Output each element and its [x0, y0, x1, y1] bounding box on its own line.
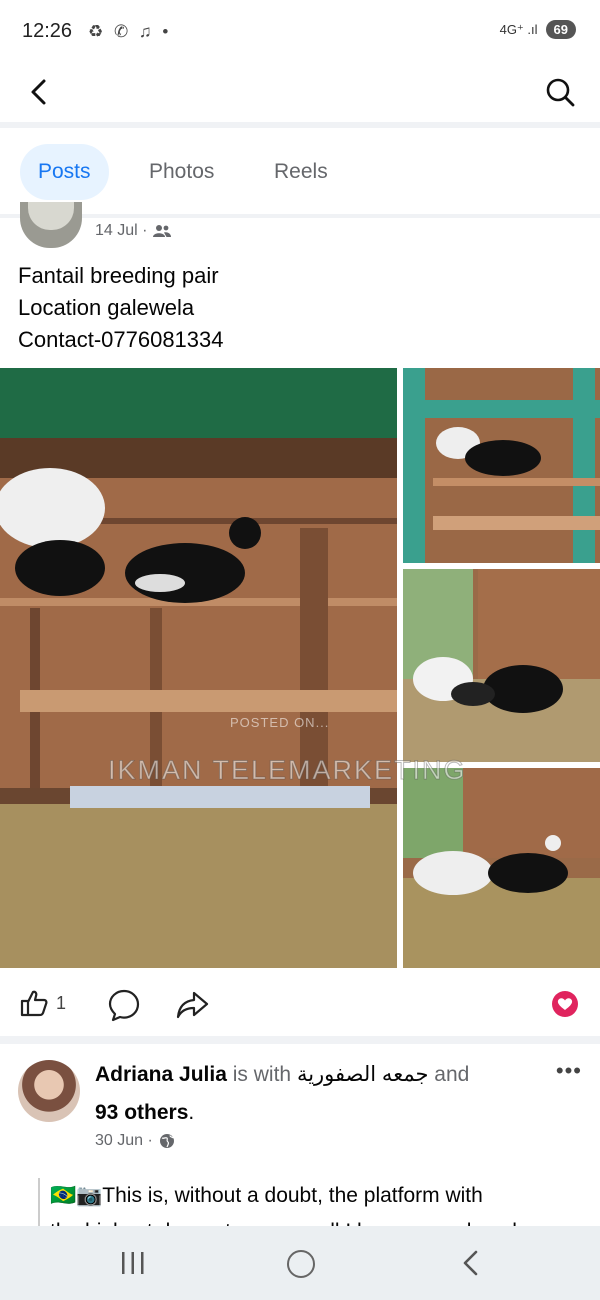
divider [0, 1036, 600, 1044]
post-actions: 1 [0, 975, 600, 1035]
tab-photos[interactable]: Photos [149, 144, 214, 200]
tab-posts[interactable]: Posts [20, 144, 109, 200]
status-right: 4G⁺ .ıl 69 [500, 20, 576, 39]
comment-icon [108, 989, 140, 1022]
post-text: Fantail breeding pair Location galewela … [18, 260, 224, 356]
avatar[interactable] [20, 202, 82, 248]
recents-icon[interactable] [118, 1250, 148, 1276]
post-meta: 14 Jul · [95, 222, 172, 240]
post-date[interactable]: 30 Jun · [95, 1132, 153, 1150]
period: . [188, 1101, 195, 1124]
app-bar [0, 64, 600, 122]
status-time: 12:26 [22, 20, 73, 42]
search-icon[interactable] [542, 74, 578, 110]
home-icon[interactable] [287, 1250, 315, 1278]
battery-icon: 69 [545, 20, 576, 39]
avatar[interactable] [18, 1060, 80, 1122]
post-text-line: Location galewela [18, 295, 195, 320]
like-count: 1 [56, 992, 67, 1013]
share-icon [176, 991, 209, 1019]
post-date[interactable]: 14 Jul · [95, 222, 147, 240]
notification-icons: ♻ ✆ ♫ • [88, 22, 172, 41]
profile-tabs: Posts Photos Reels [0, 128, 600, 218]
photo-grid [0, 368, 600, 968]
post-text-line: 🇧🇷📷This is, without a doubt, the platfor… [50, 1184, 483, 1207]
thumbs-up-icon [20, 990, 48, 1017]
like-button[interactable]: 1 [18, 987, 66, 1019]
with-text: is with [232, 1063, 292, 1086]
post-meta: 30 Jun · [95, 1132, 175, 1150]
friends-icon [153, 225, 172, 237]
nav-back-icon[interactable] [456, 1248, 486, 1278]
status-bar: 12:26 ♻ ✆ ♫ • 4G⁺ .ıl 69 [0, 0, 600, 64]
back-chevron-icon[interactable] [22, 74, 58, 110]
photo-thumb[interactable] [403, 569, 600, 762]
globe-icon [159, 1134, 174, 1148]
tagged-name[interactable]: جمعه الصفورية [297, 1063, 429, 1086]
share-button[interactable] [174, 987, 210, 1023]
comment-button[interactable] [106, 987, 142, 1023]
divider [0, 214, 600, 218]
more-options-icon[interactable]: ••• [556, 1058, 582, 1084]
photo-main[interactable] [0, 368, 397, 968]
post-text: 🇧🇷📷This is, without a doubt, the platfor… [38, 1178, 598, 1228]
network-icon: 4G⁺ .ıl [499, 21, 538, 37]
author-name[interactable]: Adriana Julia [95, 1063, 227, 1086]
photo-thumb[interactable] [403, 768, 600, 968]
others-link[interactable]: 93 others [95, 1101, 188, 1124]
system-nav-bar [0, 1226, 600, 1300]
love-icon[interactable] [552, 991, 578, 1017]
photo-thumb[interactable] [403, 368, 600, 563]
tab-reels[interactable]: Reels [274, 144, 328, 200]
and-text: and [434, 1063, 470, 1086]
post-text-line: Fantail breeding pair [18, 263, 219, 288]
post-text-line: Contact-0776081334 [18, 327, 224, 352]
post-header: Adriana Julia is with جمعه الصفورية and … [95, 1056, 535, 1132]
